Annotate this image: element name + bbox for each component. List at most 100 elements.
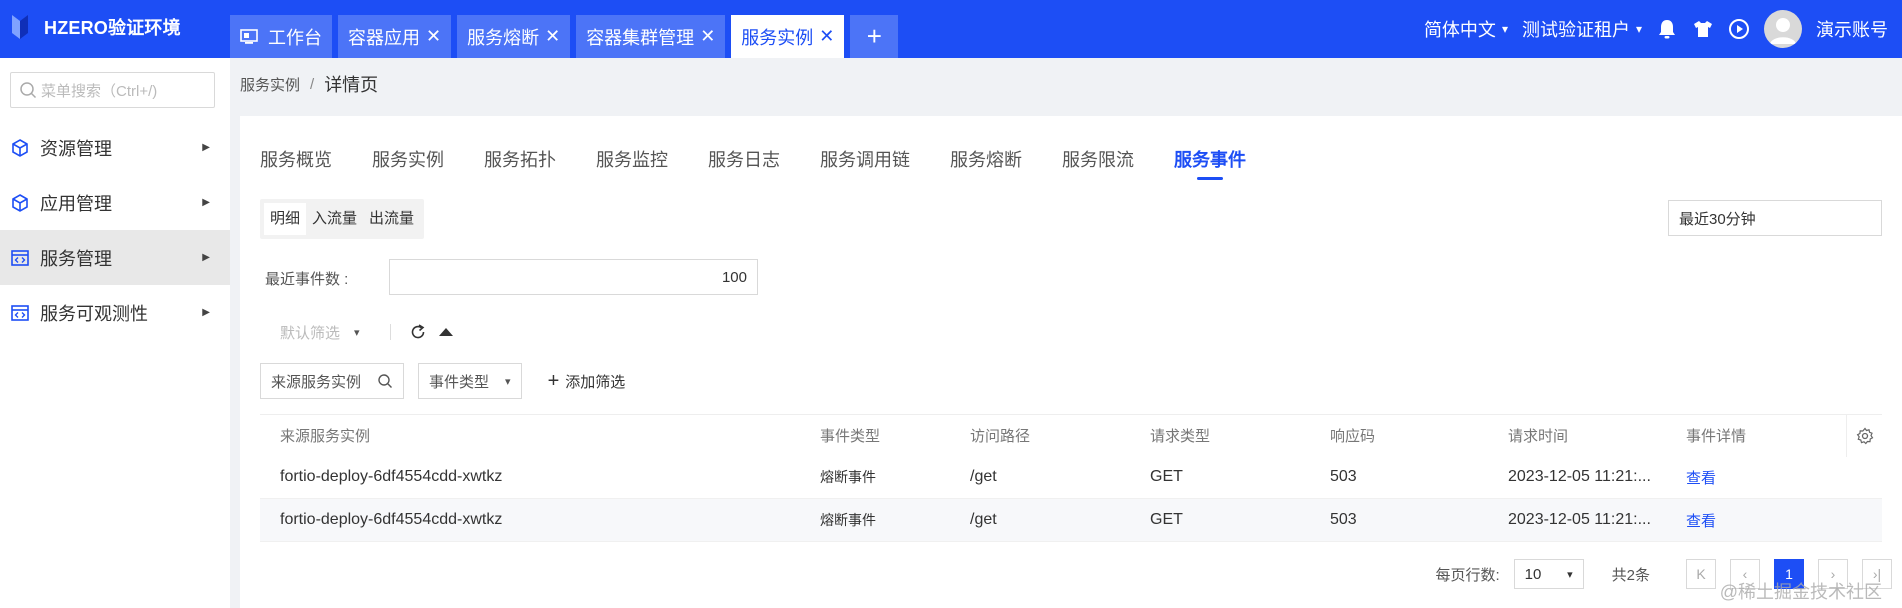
chevron-down-icon: ▾ xyxy=(1501,22,1508,36)
sidebar-menu: 资源管理 ▶ 应用管理 ▶ 服务管理 ▶ 服务可观测性 ▶ xyxy=(0,120,230,340)
cube-icon xyxy=(10,138,30,158)
column-header[interactable]: 请求类型 xyxy=(1150,425,1330,446)
monitor-icon xyxy=(240,28,258,45)
close-icon[interactable]: ✕ xyxy=(700,26,715,47)
default-filter-select[interactable]: 默认筛选 ▾ xyxy=(280,322,360,343)
cell-status-code: 503 xyxy=(1330,468,1357,485)
add-tab-button[interactable]: + xyxy=(850,15,899,58)
tab-cluster-management[interactable]: 容器集群管理 ✕ xyxy=(576,15,726,58)
tab-label: 工作台 xyxy=(268,27,322,48)
search-icon xyxy=(377,373,393,389)
cell-path: /get xyxy=(970,468,997,485)
tab-label: 容器应用 xyxy=(348,27,420,48)
collapse-caret-icon[interactable] xyxy=(438,328,453,336)
sidebar-item-service-observability[interactable]: 服务可观测性 ▶ xyxy=(0,285,230,340)
tab-service-circuit-breaker[interactable]: 服务熔断 xyxy=(950,146,1022,180)
view-detail-link[interactable]: 查看 xyxy=(1686,513,1716,530)
tab-service-instance[interactable]: 服务实例 ✕ xyxy=(731,15,845,58)
tab-service-log[interactable]: 服务日志 xyxy=(708,146,780,180)
cube-icon xyxy=(10,193,30,213)
column-header[interactable]: 来源服务实例 xyxy=(260,425,820,446)
sidebar-item-resource-management[interactable]: 资源管理 ▶ xyxy=(0,120,230,175)
close-icon[interactable]: ✕ xyxy=(819,26,834,47)
account-name: 演示账号 xyxy=(1816,20,1888,40)
top-bar: HZERO验证环境 工作台 容器应用 ✕ 服务熔断 ✕ 容器集群管理 ✕ 服务实… xyxy=(0,0,1902,58)
divider xyxy=(389,324,391,340)
column-header[interactable]: 响应码 xyxy=(1330,425,1508,446)
sidebar-item-application-management[interactable]: 应用管理 ▶ xyxy=(0,175,230,230)
column-header[interactable]: 事件类型 xyxy=(820,425,970,446)
event-type-label: 事件类型 xyxy=(429,373,490,391)
bell-icon[interactable] xyxy=(1656,18,1678,40)
app-logo[interactable]: HZERO验证环境 xyxy=(8,12,181,42)
shirt-icon[interactable] xyxy=(1692,18,1714,40)
cell-status-code: 503 xyxy=(1330,511,1357,528)
menu-search-input[interactable]: 菜单搜索（Ctrl+/) xyxy=(10,72,215,108)
add-filter-label: 添加筛选 xyxy=(565,373,626,391)
tenant-select[interactable]: 测试验证租户 ▾ xyxy=(1522,16,1642,42)
refresh-icon[interactable] xyxy=(409,323,427,341)
page-size-value: 10 xyxy=(1524,565,1542,583)
tab-service-rate-limit[interactable]: 服务限流 xyxy=(1062,146,1134,180)
chevron-down-icon: ▾ xyxy=(354,326,360,339)
caret-right-icon: ▶ xyxy=(202,142,210,153)
close-icon[interactable]: ✕ xyxy=(545,26,560,47)
add-filter-button[interactable]: + 添加筛选 xyxy=(548,370,626,393)
table-row[interactable]: fortio-deploy-6df4554cdd-xwtkz 熔断事件 /get… xyxy=(260,456,1882,499)
tab-service-trace[interactable]: 服务调用链 xyxy=(820,146,910,180)
default-filter-label: 默认筛选 xyxy=(280,324,341,342)
tab-service-topology[interactable]: 服务拓扑 xyxy=(484,146,556,180)
sidebar-item-label: 应用管理 xyxy=(40,193,112,214)
view-detail-link[interactable]: 查看 xyxy=(1686,470,1716,487)
sidebar-item-label: 资源管理 xyxy=(40,138,112,159)
breadcrumb-current: 详情页 xyxy=(324,75,379,95)
language-select[interactable]: 简体中文 ▾ xyxy=(1424,16,1508,42)
event-count-label: 最近事件数 : xyxy=(265,271,349,288)
breadcrumb: 服务实例 / 详情页 xyxy=(240,72,378,96)
table-row[interactable]: fortio-deploy-6df4554cdd-xwtkz 熔断事件 /get… xyxy=(260,499,1882,542)
total-count: 共2条 xyxy=(1611,566,1650,584)
tab-service-monitor[interactable]: 服务监控 xyxy=(596,146,668,180)
tab-service-overview[interactable]: 服务概览 xyxy=(260,146,332,180)
tab-service-events[interactable]: 服务事件 xyxy=(1174,146,1246,180)
user-menu[interactable]: 演示账号 xyxy=(1764,10,1888,48)
chevron-down-icon: ▾ xyxy=(1567,568,1573,581)
tab-service-instance[interactable]: 服务实例 xyxy=(372,146,444,180)
time-range-select[interactable]: 最近30分钟 xyxy=(1668,200,1882,236)
gear-icon[interactable] xyxy=(1846,415,1882,457)
service-subtabs: 服务概览 服务实例 服务拓扑 服务监控 服务日志 服务调用链 服务熔断 服务限流… xyxy=(260,146,1286,186)
segment-outbound[interactable]: 出流量 xyxy=(363,203,420,235)
sidebar-item-label: 服务管理 xyxy=(40,248,112,269)
segment-detail[interactable]: 明细 xyxy=(264,203,307,235)
search-icon xyxy=(19,81,37,99)
avatar xyxy=(1764,10,1802,48)
tab-container-apps[interactable]: 容器应用 ✕ xyxy=(338,15,452,58)
play-circle-icon[interactable] xyxy=(1728,18,1750,40)
event-count-input[interactable]: 100 xyxy=(389,259,758,295)
close-icon[interactable]: ✕ xyxy=(426,26,441,47)
page-size-select[interactable]: 10 ▾ xyxy=(1513,559,1584,589)
column-header[interactable]: 请求时间 xyxy=(1508,425,1686,446)
page-size-label: 每页行数: xyxy=(1435,566,1500,584)
tenant-label: 测试验证租户 xyxy=(1521,20,1630,40)
cell-path: /get xyxy=(970,511,997,528)
cell-time: 2023-12-05 11:21:... xyxy=(1508,468,1651,485)
first-page-icon[interactable]: K xyxy=(1686,559,1716,589)
tab-workbench[interactable]: 工作台 xyxy=(230,15,332,58)
sidebar-item-service-management[interactable]: 服务管理 ▶ xyxy=(0,230,230,285)
sidebar: 菜单搜索（Ctrl+/) 资源管理 ▶ 应用管理 ▶ 服务管理 ▶ 服务可观测性… xyxy=(0,58,230,608)
cell-event-type: 熔断事件 xyxy=(820,469,876,485)
tab-circuit-breaker[interactable]: 服务熔断 ✕ xyxy=(457,15,571,58)
source-instance-filter[interactable]: 来源服务实例 xyxy=(260,363,405,399)
cell-time: 2023-12-05 11:21:... xyxy=(1508,511,1651,528)
tab-label: 容器集群管理 xyxy=(586,27,695,48)
sidebar-item-label: 服务可观测性 xyxy=(40,303,148,324)
chevron-down-icon: ▾ xyxy=(1635,22,1642,36)
hzero-logo-icon xyxy=(8,13,30,41)
segment-inbound[interactable]: 入流量 xyxy=(306,203,363,235)
breadcrumb-parent[interactable]: 服务实例 xyxy=(240,74,300,95)
event-type-filter[interactable]: 事件类型 ▾ xyxy=(418,363,522,399)
caret-right-icon: ▶ xyxy=(202,307,210,318)
column-header[interactable]: 事件详情 xyxy=(1686,425,1816,446)
column-header[interactable]: 访问路径 xyxy=(970,425,1150,446)
